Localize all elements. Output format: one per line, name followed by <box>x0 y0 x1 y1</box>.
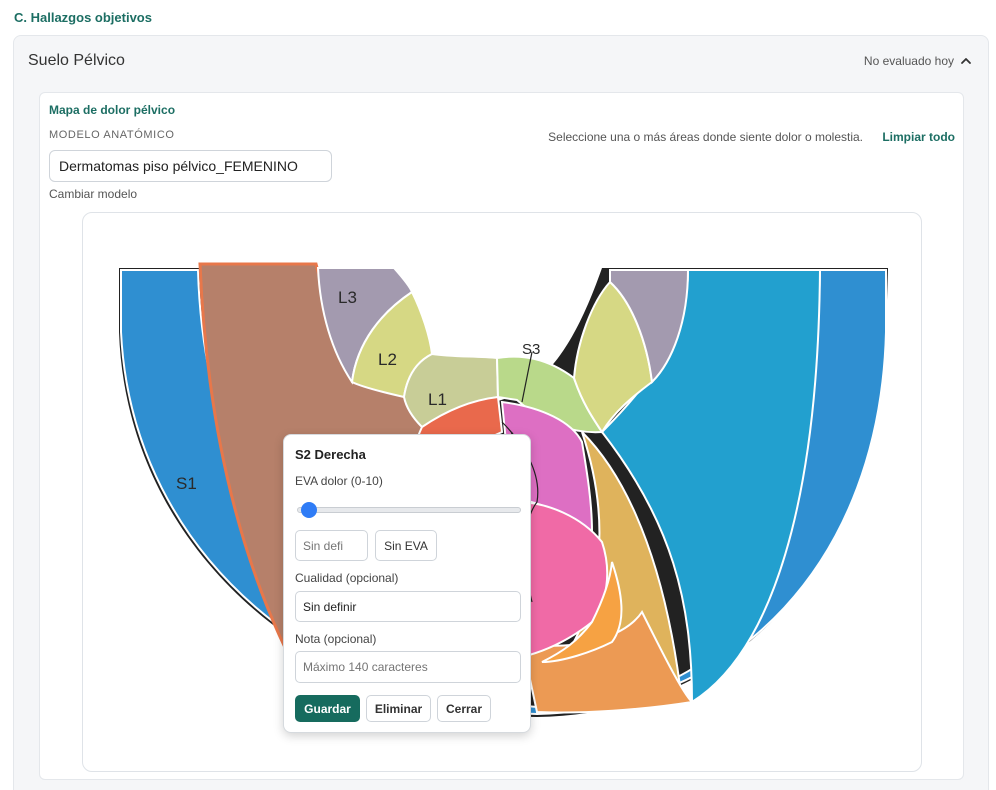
collapse-toggle[interactable]: No evaluado hoy <box>864 54 972 68</box>
label-l2: L2 <box>378 350 397 369</box>
change-model-link[interactable]: Cambiar modelo <box>49 187 137 201</box>
eva-slider[interactable] <box>297 507 521 513</box>
eva-value-input[interactable] <box>295 530 368 561</box>
label-l1: L1 <box>428 390 447 409</box>
sin-eva-button[interactable]: Sin EVA <box>375 530 437 561</box>
clear-all-link[interactable]: Limpiar todo <box>882 130 955 144</box>
popup-title: S2 Derecha <box>295 447 366 462</box>
quality-label: Cualidad (opcional) <box>295 571 399 585</box>
model-input[interactable] <box>49 150 332 182</box>
chevron-up-icon <box>961 58 971 64</box>
quality-select[interactable] <box>295 591 521 622</box>
label-s1: S1 <box>176 474 197 493</box>
card-header[interactable]: Suelo Pélvico No evaluado hoy <box>14 36 988 84</box>
label-s3: S3 <box>522 341 540 358</box>
region-edit-popup: S2 Derecha EVA dolor (0-10) Sin EVA Cual… <box>283 434 531 733</box>
model-label: MODELO ANATÓMICO <box>49 129 175 141</box>
note-input[interactable] <box>295 651 521 683</box>
map-title: Mapa de dolor pélvico <box>49 103 176 117</box>
save-button[interactable]: Guardar <box>295 695 360 722</box>
evaluation-status: No evaluado hoy <box>863 54 954 68</box>
instruction-text: Seleccione una o más áreas donde siente … <box>548 130 863 144</box>
section-title: C. Hallazgos objetivos <box>14 10 152 25</box>
close-button[interactable]: Cerrar <box>437 695 491 722</box>
eva-slider-thumb[interactable] <box>301 502 317 518</box>
label-l3: L3 <box>338 288 357 307</box>
note-label: Nota (opcional) <box>295 632 377 646</box>
delete-button[interactable]: Eliminar <box>366 695 431 722</box>
card-title: Suelo Pélvico <box>28 52 125 69</box>
eva-label: EVA dolor (0-10) <box>295 474 383 488</box>
